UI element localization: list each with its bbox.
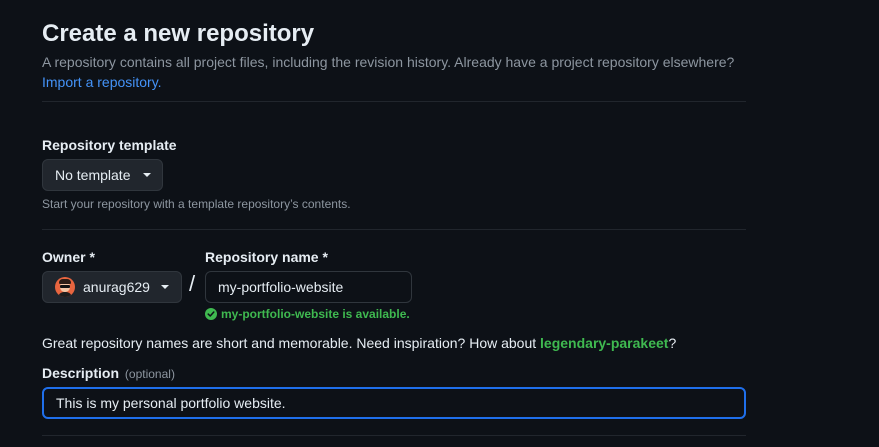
inspiration-text: Great repository names are short and mem… <box>42 333 676 353</box>
divider <box>42 229 746 230</box>
description-label: Description (optional) <box>42 363 175 384</box>
name-suggestion-link[interactable]: legendary-parakeet <box>540 335 668 351</box>
chevron-down-icon <box>160 285 169 289</box>
description-label-text: Description <box>42 365 120 381</box>
repo-name-input[interactable]: my-portfolio-website <box>205 271 412 303</box>
repo-name-label: Repository name * <box>205 249 328 265</box>
page-subtitle: A repository contains all project files,… <box>42 54 735 70</box>
owner-select-button[interactable]: anurag629 <box>42 271 182 303</box>
template-help-text: Start your repository with a template re… <box>42 197 351 211</box>
page-title: Create a new repository <box>42 20 315 47</box>
owner-select-value: anurag629 <box>83 279 150 295</box>
availability-message: my-portfolio-website is available. <box>205 307 410 321</box>
template-select-button[interactable]: No template <box>42 159 163 191</box>
check-circle-icon <box>205 308 217 320</box>
import-repository-link[interactable]: Import a repository. <box>42 72 162 93</box>
owner-label: Owner * <box>42 249 95 265</box>
divider <box>42 435 746 436</box>
inspiration-suffix: ? <box>668 335 677 351</box>
template-label: Repository template <box>42 137 177 153</box>
divider <box>42 101 746 102</box>
avatar <box>55 277 75 297</box>
inspiration-prefix: Great repository names are short and mem… <box>42 335 541 351</box>
chevron-down-icon <box>143 173 152 177</box>
description-value: This is my personal portfolio website. <box>56 395 286 411</box>
repo-name-value: my-portfolio-website <box>218 279 344 295</box>
owner-repo-separator: / <box>189 271 196 296</box>
availability-text: my-portfolio-website is available. <box>221 307 410 321</box>
template-select-value: No template <box>55 167 131 183</box>
optional-hint: (optional) <box>124 367 175 381</box>
description-input[interactable]: This is my personal portfolio website. <box>42 387 746 419</box>
